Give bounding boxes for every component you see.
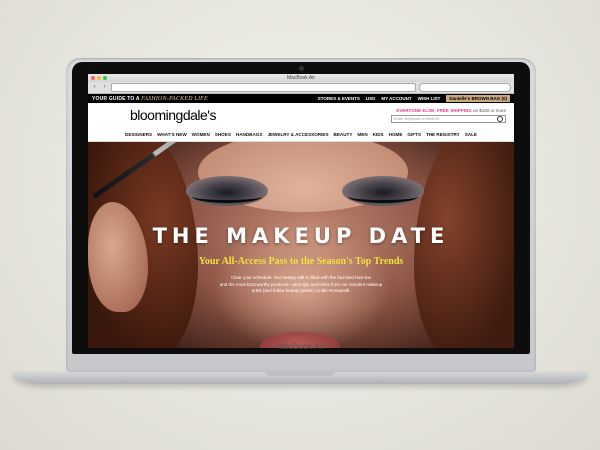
- site-header: bloomingdale's EVERYONE ELSE: FREE SHIPP…: [88, 103, 514, 127]
- category-nav: DESIGNERS WHAT'S NEW WOMEN SHOES HANDBAG…: [88, 127, 514, 142]
- nav-item-sale[interactable]: SALE: [465, 132, 477, 137]
- minimize-window-icon[interactable]: [97, 76, 101, 80]
- shipping-detail: on $150 or more: [472, 107, 506, 113]
- promo-highlight: FASHION-PACKED LIFE: [141, 95, 208, 102]
- nav-item-whats-new[interactable]: WHAT'S NEW: [157, 132, 187, 137]
- search-placeholder: Enter Keyword or Web ID: [394, 116, 440, 121]
- back-button[interactable]: ‹: [91, 84, 98, 91]
- header-right: EVERYONE ELSE: FREE SHIPPING on $150 or …: [391, 108, 506, 123]
- close-window-icon[interactable]: [91, 76, 95, 80]
- laptop-lid-notch: [266, 372, 334, 376]
- browser-window: MacBook Air ‹ › YOUR GUIDE TO A FASHION-…: [88, 74, 514, 348]
- hero-body: Clear your schedule: Our beauty edit is …: [183, 275, 419, 295]
- my-account-link[interactable]: MY ACCOUNT: [381, 96, 411, 101]
- nav-item-gifts[interactable]: GIFTS: [407, 132, 421, 137]
- hero-subtitle: Your All-Access Pass to the Season's Top…: [198, 256, 404, 267]
- stores-events-link[interactable]: STORES & EVENTS: [318, 96, 360, 101]
- search-icon[interactable]: [497, 115, 503, 122]
- shipping-banner[interactable]: EVERYONE ELSE: FREE SHIPPING on $150 or …: [396, 108, 506, 113]
- promo-lead: YOUR GUIDE TO A: [92, 95, 140, 102]
- wish-list-link[interactable]: WISH LIST: [418, 96, 441, 101]
- window-controls: [91, 76, 107, 80]
- camera-icon: [299, 66, 304, 71]
- window-title: MacBook Air: [286, 75, 316, 81]
- nav-item-shoes[interactable]: SHOES: [215, 132, 231, 137]
- hero-image-lashes: [192, 190, 262, 203]
- promo-bar: YOUR GUIDE TO A FASHION-PACKED LIFE STOR…: [88, 94, 514, 103]
- nav-item-jewelry-accessories[interactable]: JEWELRY & ACCESSORIES: [267, 132, 328, 137]
- browser-toolbar: ‹ ›: [88, 82, 514, 94]
- nav-item-home[interactable]: HOME: [389, 132, 403, 137]
- hero-title: THE MAKEUP DATE: [152, 224, 450, 248]
- nav-item-designers[interactable]: DESIGNERS: [125, 132, 152, 137]
- nav-item-handbags[interactable]: HANDBAGS: [236, 132, 263, 137]
- laptop-base: [12, 372, 588, 384]
- zoom-window-icon[interactable]: [103, 76, 107, 80]
- forward-button[interactable]: ›: [101, 84, 108, 91]
- nav-item-women[interactable]: WOMEN: [192, 132, 210, 137]
- browser-search-field[interactable]: [419, 83, 511, 92]
- nav-item-kids[interactable]: KIDS: [373, 132, 384, 137]
- hero-body-line: artist (and fellow beauty junkie) Cindle…: [251, 288, 351, 293]
- browser-titlebar: MacBook Air: [88, 74, 514, 82]
- nav-item-men[interactable]: MEN: [357, 132, 367, 137]
- promo-message[interactable]: YOUR GUIDE TO A FASHION-PACKED LIFE: [92, 96, 208, 102]
- laptop-model-label: MacBook Air: [276, 342, 326, 351]
- nav-item-registry[interactable]: THE REGISTRY: [426, 132, 460, 137]
- site-search-input[interactable]: Enter Keyword or Web ID: [391, 114, 506, 123]
- screen-bezel: MacBook Air ‹ › YOUR GUIDE TO A FASHION-…: [72, 62, 530, 354]
- hero-image-lashes: [348, 190, 418, 203]
- shopping-bag-button[interactable]: Danielle's BROWN BAG (0): [446, 95, 510, 102]
- hero-banner[interactable]: THE MAKEUP DATE Your All-Access Pass to …: [88, 142, 514, 348]
- nav-item-beauty[interactable]: BEAUTY: [334, 132, 353, 137]
- laptop-lid: MacBook Air ‹ › YOUR GUIDE TO A FASHION-…: [66, 58, 536, 372]
- currency-selector[interactable]: USD: [366, 96, 376, 101]
- shipping-label: EVERYONE ELSE: FREE SHIPPING: [396, 107, 472, 113]
- site-logo[interactable]: bloomingdale's: [130, 107, 216, 123]
- address-bar[interactable]: [111, 83, 416, 92]
